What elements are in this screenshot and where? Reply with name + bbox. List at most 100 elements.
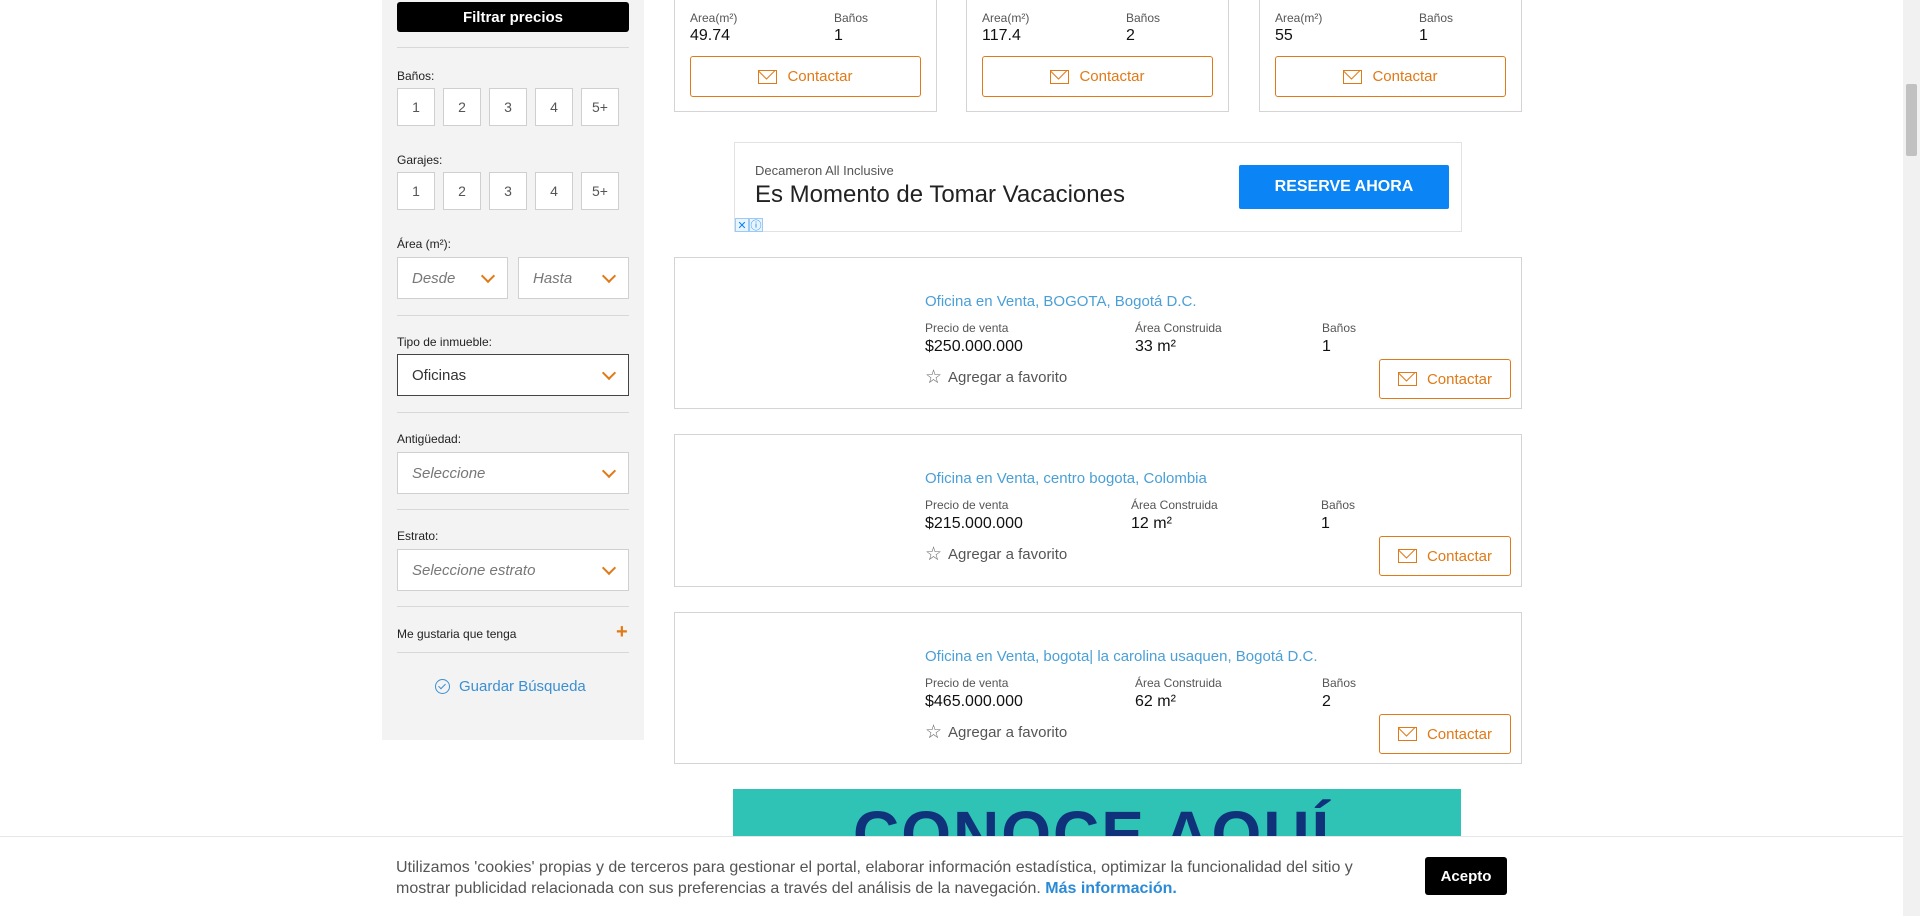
banos-label: Baños bbox=[1322, 321, 1357, 335]
envelope-icon bbox=[1397, 372, 1417, 386]
banos-options: 1 2 3 4 5+ bbox=[397, 88, 619, 126]
scrollbar-thumb[interactable] bbox=[1906, 84, 1917, 156]
area-value: 33 m² bbox=[1135, 338, 1176, 355]
area-from-select[interactable]: Desde bbox=[397, 257, 508, 299]
add-favorite-button[interactable]: ☆ Agregar a favorito bbox=[925, 368, 1067, 387]
contact-button[interactable]: Contactar bbox=[1379, 536, 1511, 576]
banos-option-5plus[interactable]: 5+ bbox=[581, 88, 619, 126]
area-value: 49.74 bbox=[690, 27, 731, 44]
listing-title[interactable]: Oficina en Venta, bogota| la carolina us… bbox=[925, 648, 1318, 665]
price-label: Precio de venta bbox=[925, 676, 1009, 690]
garajes-option-1[interactable]: 1 bbox=[397, 172, 435, 210]
divider bbox=[397, 47, 629, 48]
property-card: Area(m²) 55 Baños 1 Contactar bbox=[1259, 0, 1522, 112]
tipo-inmueble-label: Tipo de inmueble: bbox=[397, 335, 492, 349]
area-from-value: Desde bbox=[412, 269, 456, 287]
filter-prices-button[interactable]: Filtrar precios bbox=[397, 2, 629, 32]
garajes-option-3[interactable]: 3 bbox=[489, 172, 527, 210]
tipo-inmueble-select[interactable]: Oficinas bbox=[397, 354, 629, 396]
banos-option-4[interactable]: 4 bbox=[535, 88, 573, 126]
close-icon[interactable]: ✕ bbox=[735, 218, 749, 232]
area-label: Area(m²) bbox=[982, 11, 1030, 25]
banos-option-1[interactable]: 1 bbox=[397, 88, 435, 126]
price-value: $250.000.000 bbox=[925, 338, 1023, 355]
divider bbox=[397, 315, 629, 316]
envelope-icon bbox=[1397, 549, 1417, 563]
area-label: Area(m²) bbox=[690, 11, 738, 25]
chevron-down-icon bbox=[601, 463, 617, 479]
banos-label: Baños bbox=[1321, 498, 1356, 512]
listing-title[interactable]: Oficina en Venta, BOGOTA, Bogotá D.C. bbox=[925, 293, 1197, 310]
area-label: Área Construida bbox=[1131, 498, 1218, 512]
banos-option-3[interactable]: 3 bbox=[489, 88, 527, 126]
chevron-down-icon bbox=[601, 560, 617, 576]
save-search-button[interactable]: Guardar Búsqueda bbox=[435, 678, 586, 695]
area-to-value: Hasta bbox=[533, 269, 573, 287]
chevron-down-icon bbox=[601, 268, 617, 284]
page-scrollbar[interactable] bbox=[1903, 0, 1920, 916]
add-favorite-label: Agregar a favorito bbox=[948, 724, 1068, 741]
area-value: 62 m² bbox=[1135, 693, 1176, 710]
banos-label: Baños bbox=[1419, 11, 1454, 25]
contact-button[interactable]: Contactar bbox=[1275, 56, 1506, 97]
price-label: Precio de venta bbox=[925, 498, 1009, 512]
reserve-now-button[interactable]: RESERVE AHORA bbox=[1239, 165, 1449, 209]
listing-card: Oficina en Venta, BOGOTA, Bogotá D.C. Pr… bbox=[674, 257, 1522, 409]
price-value: $465.000.000 bbox=[925, 693, 1023, 710]
banos-value: 1 bbox=[1419, 27, 1428, 44]
me-gustaria-label[interactable]: Me gustaria que tenga bbox=[397, 627, 516, 641]
check-circle-icon bbox=[435, 679, 450, 694]
ad-choices: ✕ ⓘ bbox=[735, 218, 763, 232]
listing-card: Oficina en Venta, bogota| la carolina us… bbox=[674, 612, 1522, 764]
accept-cookies-button[interactable]: Acepto bbox=[1425, 857, 1507, 895]
area-value: 55 bbox=[1275, 27, 1293, 44]
garajes-label: Garajes: bbox=[397, 153, 443, 167]
filters-sidebar: Filtrar precios Baños: 1 2 3 4 5+ Garaje… bbox=[382, 0, 644, 740]
garajes-option-2[interactable]: 2 bbox=[443, 172, 481, 210]
banos-value: 1 bbox=[1322, 338, 1331, 355]
price-value: $215.000.000 bbox=[925, 515, 1023, 532]
star-icon: ☆ bbox=[925, 544, 943, 565]
banos-label: Baños bbox=[1322, 676, 1357, 690]
contact-button[interactable]: Contactar bbox=[982, 56, 1213, 97]
add-favorite-button[interactable]: ☆ Agregar a favorito bbox=[925, 545, 1067, 564]
garajes-option-5plus[interactable]: 5+ bbox=[581, 172, 619, 210]
contact-button[interactable]: Contactar bbox=[1379, 714, 1511, 754]
antiguedad-select[interactable]: Seleccione bbox=[397, 452, 629, 494]
add-favorite-label: Agregar a favorito bbox=[948, 546, 1068, 563]
contact-button[interactable]: Contactar bbox=[690, 56, 921, 97]
estrato-label: Estrato: bbox=[397, 529, 439, 543]
banos-label: Baños bbox=[834, 11, 869, 25]
chevron-down-icon bbox=[480, 268, 496, 284]
banos-label: Baños bbox=[1126, 11, 1161, 25]
garajes-option-4[interactable]: 4 bbox=[535, 172, 573, 210]
envelope-icon bbox=[758, 69, 778, 84]
add-favorite-label: Agregar a favorito bbox=[948, 369, 1068, 386]
divider bbox=[397, 652, 629, 653]
more-info-link[interactable]: Más información. bbox=[1045, 880, 1177, 897]
envelope-icon bbox=[1343, 69, 1363, 84]
area-label: Área Construida bbox=[1135, 676, 1222, 690]
contact-label: Contactar bbox=[1372, 68, 1438, 85]
listing-card: Oficina en Venta, centro bogota, Colombi… bbox=[674, 434, 1522, 587]
star-icon: ☆ bbox=[925, 367, 943, 388]
area-to-select[interactable]: Hasta bbox=[518, 257, 629, 299]
star-icon: ☆ bbox=[925, 722, 943, 743]
area-value: 12 m² bbox=[1131, 515, 1172, 532]
listing-title[interactable]: Oficina en Venta, centro bogota, Colombi… bbox=[925, 470, 1207, 487]
save-search-label: Guardar Búsqueda bbox=[459, 678, 586, 695]
estrato-value: Seleccione estrato bbox=[412, 561, 536, 579]
ad-banner[interactable]: Decameron All Inclusive Es Momento de To… bbox=[734, 142, 1462, 232]
contact-label: Contactar bbox=[1426, 370, 1493, 388]
banos-value: 1 bbox=[1321, 515, 1330, 532]
contact-label: Contactar bbox=[787, 68, 853, 85]
banos-option-2[interactable]: 2 bbox=[443, 88, 481, 126]
area-value: 117.4 bbox=[982, 27, 1021, 44]
contact-label: Contactar bbox=[1079, 68, 1145, 85]
plus-icon[interactable]: + bbox=[616, 622, 628, 642]
add-favorite-button[interactable]: ☆ Agregar a favorito bbox=[925, 723, 1067, 742]
info-icon[interactable]: ⓘ bbox=[749, 218, 763, 232]
contact-button[interactable]: Contactar bbox=[1379, 359, 1511, 399]
contact-label: Contactar bbox=[1426, 725, 1493, 743]
estrato-select[interactable]: Seleccione estrato bbox=[397, 549, 629, 591]
